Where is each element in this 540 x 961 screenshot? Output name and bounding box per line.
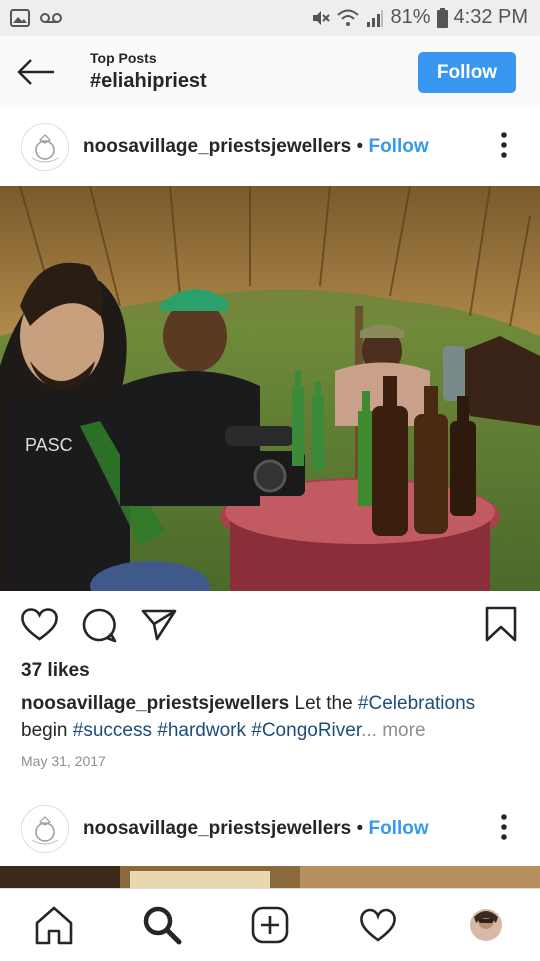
ring-logo-icon (31, 134, 59, 163)
caption-text: Let the (289, 693, 358, 714)
separator-dot: • (356, 136, 364, 157)
more-vertical-icon (501, 814, 507, 840)
back-button[interactable] (16, 56, 56, 88)
caption-username[interactable]: noosavillage_priestsjewellers (21, 693, 289, 714)
username-link[interactable]: noosavillage_priestsjewellers (83, 136, 351, 157)
share-icon[interactable] (141, 609, 177, 641)
post-header: noosavillage_priestsjewellers • Follow (0, 108, 540, 186)
heart-icon[interactable] (21, 608, 58, 641)
svg-text:PASC: PASC (25, 435, 73, 455)
avatar[interactable] (21, 123, 69, 171)
profile-avatar (470, 909, 502, 941)
post-author: noosavillage_priestsjewellers • Follow (83, 818, 429, 840)
gallery-icon (10, 9, 30, 27)
nav-profile[interactable] (464, 903, 508, 947)
photo-illustration: PASC (0, 186, 540, 591)
username-link[interactable]: noosavillage_priestsjewellers (83, 818, 351, 839)
like-count[interactable]: 37 likes (21, 660, 90, 682)
follow-hashtag-button[interactable]: Follow (418, 52, 516, 93)
hashtag-link[interactable]: #success (73, 720, 152, 741)
avatar[interactable] (21, 805, 69, 853)
more-link[interactable]: more (382, 720, 425, 741)
bookmark-icon[interactable] (485, 606, 517, 642)
top-app-bar: Top Posts #eliahipriest Follow (0, 36, 540, 109)
hashtag-title-block: Top Posts #eliahipriest (90, 50, 207, 93)
wifi-icon (337, 9, 360, 26)
hashtag-link[interactable]: #hardwork (157, 720, 246, 741)
home-icon (35, 906, 73, 945)
arrow-left-icon (17, 59, 54, 85)
battery-icon (436, 7, 448, 28)
nav-activity[interactable] (356, 903, 400, 947)
voicemail-icon (40, 13, 62, 23)
activity-icon (360, 908, 396, 942)
follow-user-link[interactable]: Follow (368, 818, 428, 839)
more-options-button[interactable] (494, 130, 514, 160)
post-author: noosavillage_priestsjewellers • Follow (83, 136, 429, 158)
nav-home[interactable] (32, 903, 76, 947)
add-icon (251, 906, 289, 944)
follow-user-link[interactable]: Follow (368, 136, 428, 157)
more-vertical-icon (501, 132, 507, 158)
page-title: #eliahipriest (90, 70, 207, 92)
ring-logo-icon (31, 816, 59, 845)
post-caption: noosavillage_priestsjewellers Let the #C… (21, 693, 476, 741)
nav-new-post[interactable] (248, 903, 292, 947)
more-options-button[interactable] (494, 812, 514, 842)
status-bar: 81% 4:32 PM (0, 0, 540, 36)
post-header: noosavillage_priestsjewellers • Follow (0, 790, 540, 868)
post-actions-bar (0, 596, 540, 656)
bottom-navigation (0, 888, 540, 961)
battery-percent: 81% (390, 6, 431, 28)
signal-icon (367, 9, 384, 27)
nav-search[interactable] (140, 903, 184, 947)
mute-icon (313, 10, 331, 25)
caption-ellipsis: ... (361, 720, 377, 741)
comment-icon[interactable] (82, 608, 117, 643)
search-icon (143, 906, 182, 945)
post-date: May 31, 2017 (21, 753, 106, 769)
hashtag-link[interactable]: #CongoRiver (251, 720, 361, 741)
post-photo[interactable]: PASC (0, 186, 540, 591)
page-subtitle: Top Posts (90, 50, 157, 66)
clock: 4:32 PM (453, 6, 528, 28)
separator-dot: • (356, 818, 364, 839)
hashtag-link[interactable]: #Celebrations (358, 693, 475, 714)
